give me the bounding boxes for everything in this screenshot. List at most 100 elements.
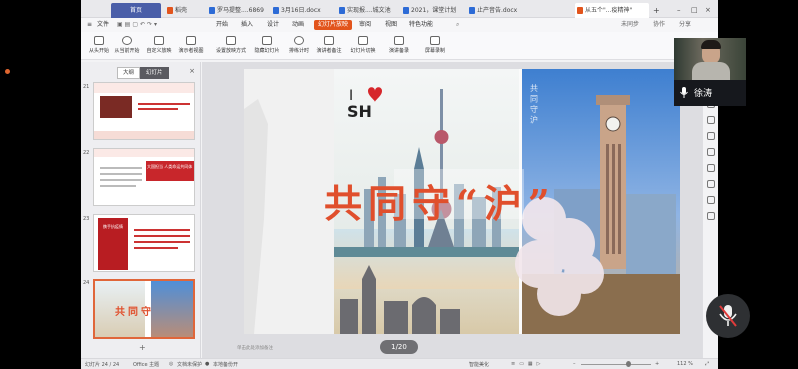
participant-tile[interactable]: 徐涛	[674, 38, 746, 106]
screen-record-button[interactable]: 屏幕录制	[417, 36, 453, 54]
thumb-headline: 共同守	[115, 307, 154, 318]
current-slide[interactable]: I SH 共 同 守 沪 共同守“沪”	[244, 69, 680, 334]
word-doc-icon	[209, 7, 215, 14]
slide-thumbnail-21[interactable]	[93, 82, 195, 140]
thumb-text-line	[100, 179, 142, 181]
tab-outline[interactable]: 大纲	[117, 67, 141, 79]
maximize-icon[interactable]: □	[691, 3, 701, 18]
zoom-slider-thumb[interactable]	[626, 361, 631, 367]
zoom-slider[interactable]	[581, 364, 651, 365]
tab-label: 实现报....城文池	[347, 7, 391, 14]
tool-icon-6[interactable]	[707, 164, 715, 172]
tab-active-presentation[interactable]: 从五个"...疫精神"	[575, 3, 649, 18]
collab-button[interactable]: 协作	[653, 20, 665, 30]
menu-design[interactable]: 设计	[267, 20, 279, 30]
ribbon-label: 幻灯片切换	[350, 48, 376, 54]
menu-insert[interactable]: 插入	[241, 20, 253, 30]
word-doc-icon	[273, 7, 279, 14]
close-icon[interactable]: ×	[705, 3, 715, 18]
menu-slideshow[interactable]: 幻灯片放映	[314, 20, 353, 30]
ribbon-label: 演示者视图	[178, 48, 204, 54]
tool-icon-5[interactable]	[707, 148, 715, 156]
hide-slide-button[interactable]: 隐藏幻灯片	[249, 36, 285, 54]
theme-name[interactable]: Office 主题	[133, 361, 159, 368]
thumb-text-line	[138, 108, 178, 110]
tab-doc-2[interactable]: 3月16日.docx	[271, 3, 333, 18]
screen-record-icon	[430, 36, 440, 45]
tool-icon-7[interactable]	[707, 180, 715, 188]
tool-icon-9[interactable]	[707, 212, 715, 220]
presenter-view-button[interactable]: 演示者视图	[173, 36, 209, 54]
menu-home[interactable]: 开始	[216, 20, 228, 30]
vertical-watermark: 共 同 守 沪	[530, 84, 539, 125]
ribbon-label: 从头开始	[88, 48, 109, 54]
clock-face	[605, 116, 621, 132]
slide-thumbnail-23[interactable]: 携手抗疫情	[93, 214, 195, 272]
thumb-number: 21	[83, 84, 90, 90]
tab-doc-5[interactable]: 止产音告.docx	[467, 3, 527, 18]
panel-close-icon[interactable]: ×	[189, 67, 195, 75]
microphone-icon	[680, 87, 688, 98]
presenter-icon	[186, 36, 196, 45]
tab-doc-4[interactable]: 2021，课堂计划	[401, 3, 463, 18]
thumb-text-line	[134, 229, 190, 231]
thumb-tower-photo	[151, 281, 193, 337]
tab-doc-1[interactable]: 罗马提整....6869	[207, 3, 267, 18]
thumb-text-line	[100, 167, 142, 169]
tab-label: 罗马提整....6869	[217, 7, 264, 14]
tool-icon-3[interactable]	[707, 116, 715, 124]
presentation-icon	[577, 7, 583, 14]
menu-animation[interactable]: 动画	[292, 20, 304, 30]
slide-transition-button[interactable]: 幻灯片切换	[345, 36, 381, 54]
new-tab-button[interactable]: +	[651, 3, 663, 18]
tab-label: 止产音告.docx	[477, 7, 518, 14]
slide-thumbnail-24-selected[interactable]: 共同守	[93, 279, 195, 339]
thumb-text-line	[100, 185, 136, 187]
wps-window: 首页 稻壳 罗马提整....6869 3月16日.docx 实现报....城文池…	[81, 0, 718, 369]
clock-tower-top	[596, 95, 630, 105]
view-mode-icons[interactable]: ≡▭▦▷	[511, 361, 544, 367]
menu-icon[interactable]: ≡	[87, 20, 92, 30]
backup-status[interactable]: 本地备份开	[213, 361, 238, 368]
protection-status[interactable]: 文档未保护	[177, 361, 202, 368]
menu-file[interactable]: 文件	[97, 20, 109, 30]
tab-slides[interactable]: 幻灯片	[140, 67, 169, 79]
zoom-out-icon[interactable]: –	[573, 361, 576, 367]
panel-tabs: 大纲 幻灯片	[117, 67, 169, 79]
from-current-button[interactable]: 从当前开始	[109, 36, 145, 54]
sync-status[interactable]: 未同步	[621, 20, 639, 30]
smart-beautify-button[interactable]: 智能美化	[469, 361, 489, 368]
speaker-notes-button[interactable]: 演讲者备注	[311, 36, 347, 54]
tower-windows	[606, 144, 621, 254]
slide-thumbnail-22[interactable]: 大国担当 人类命运共同体	[93, 148, 195, 206]
recording-dot	[5, 69, 10, 74]
play-current-icon	[122, 36, 132, 45]
menu-special[interactable]: 特色功能	[409, 20, 433, 30]
tool-icon-4[interactable]	[707, 132, 715, 140]
tab-doc-3[interactable]: 实现报....城文池	[337, 3, 397, 18]
tab-docer[interactable]: 稻壳	[165, 3, 205, 18]
zoom-in-icon[interactable]: +	[655, 361, 659, 367]
quick-access-icons[interactable]: ▣▤▢↶↷▾	[117, 20, 159, 30]
mute-microphone-button[interactable]	[706, 294, 750, 338]
menu-view[interactable]: 视图	[385, 20, 397, 30]
record-notes-button[interactable]: 演讲备录	[381, 36, 417, 54]
menu-review[interactable]: 审阅	[359, 20, 371, 30]
share-button[interactable]: 分享	[679, 20, 691, 30]
tab-label: 2021，课堂计划	[411, 7, 457, 14]
setup-show-button[interactable]: 设置放映方式	[213, 36, 249, 54]
hide-slide-icon	[262, 36, 272, 45]
tab-label: 从五个"...疫精神"	[585, 7, 633, 14]
custom-show-button[interactable]: 自定义放映	[141, 36, 177, 54]
search-icon[interactable]: ⌕	[456, 20, 459, 30]
thumb-title-block: 携手抗疫情	[98, 218, 128, 270]
add-slide-button[interactable]: +	[139, 343, 146, 352]
menu-bar: ≡ 文件 ▣▤▢↶↷▾ 开始 插入 设计 动画 幻灯片放映 审阅 视图 特色功能…	[81, 18, 718, 32]
tab-home[interactable]: 首页	[111, 3, 161, 18]
tool-icon-8[interactable]	[707, 196, 715, 204]
minimize-icon[interactable]: –	[677, 3, 687, 18]
participant-hair	[701, 40, 721, 49]
zoom-level[interactable]: 112 %	[677, 361, 693, 367]
notes-placeholder[interactable]: 单击此处添加备注	[237, 345, 273, 351]
fit-window-icon[interactable]: ⤢	[705, 361, 709, 367]
